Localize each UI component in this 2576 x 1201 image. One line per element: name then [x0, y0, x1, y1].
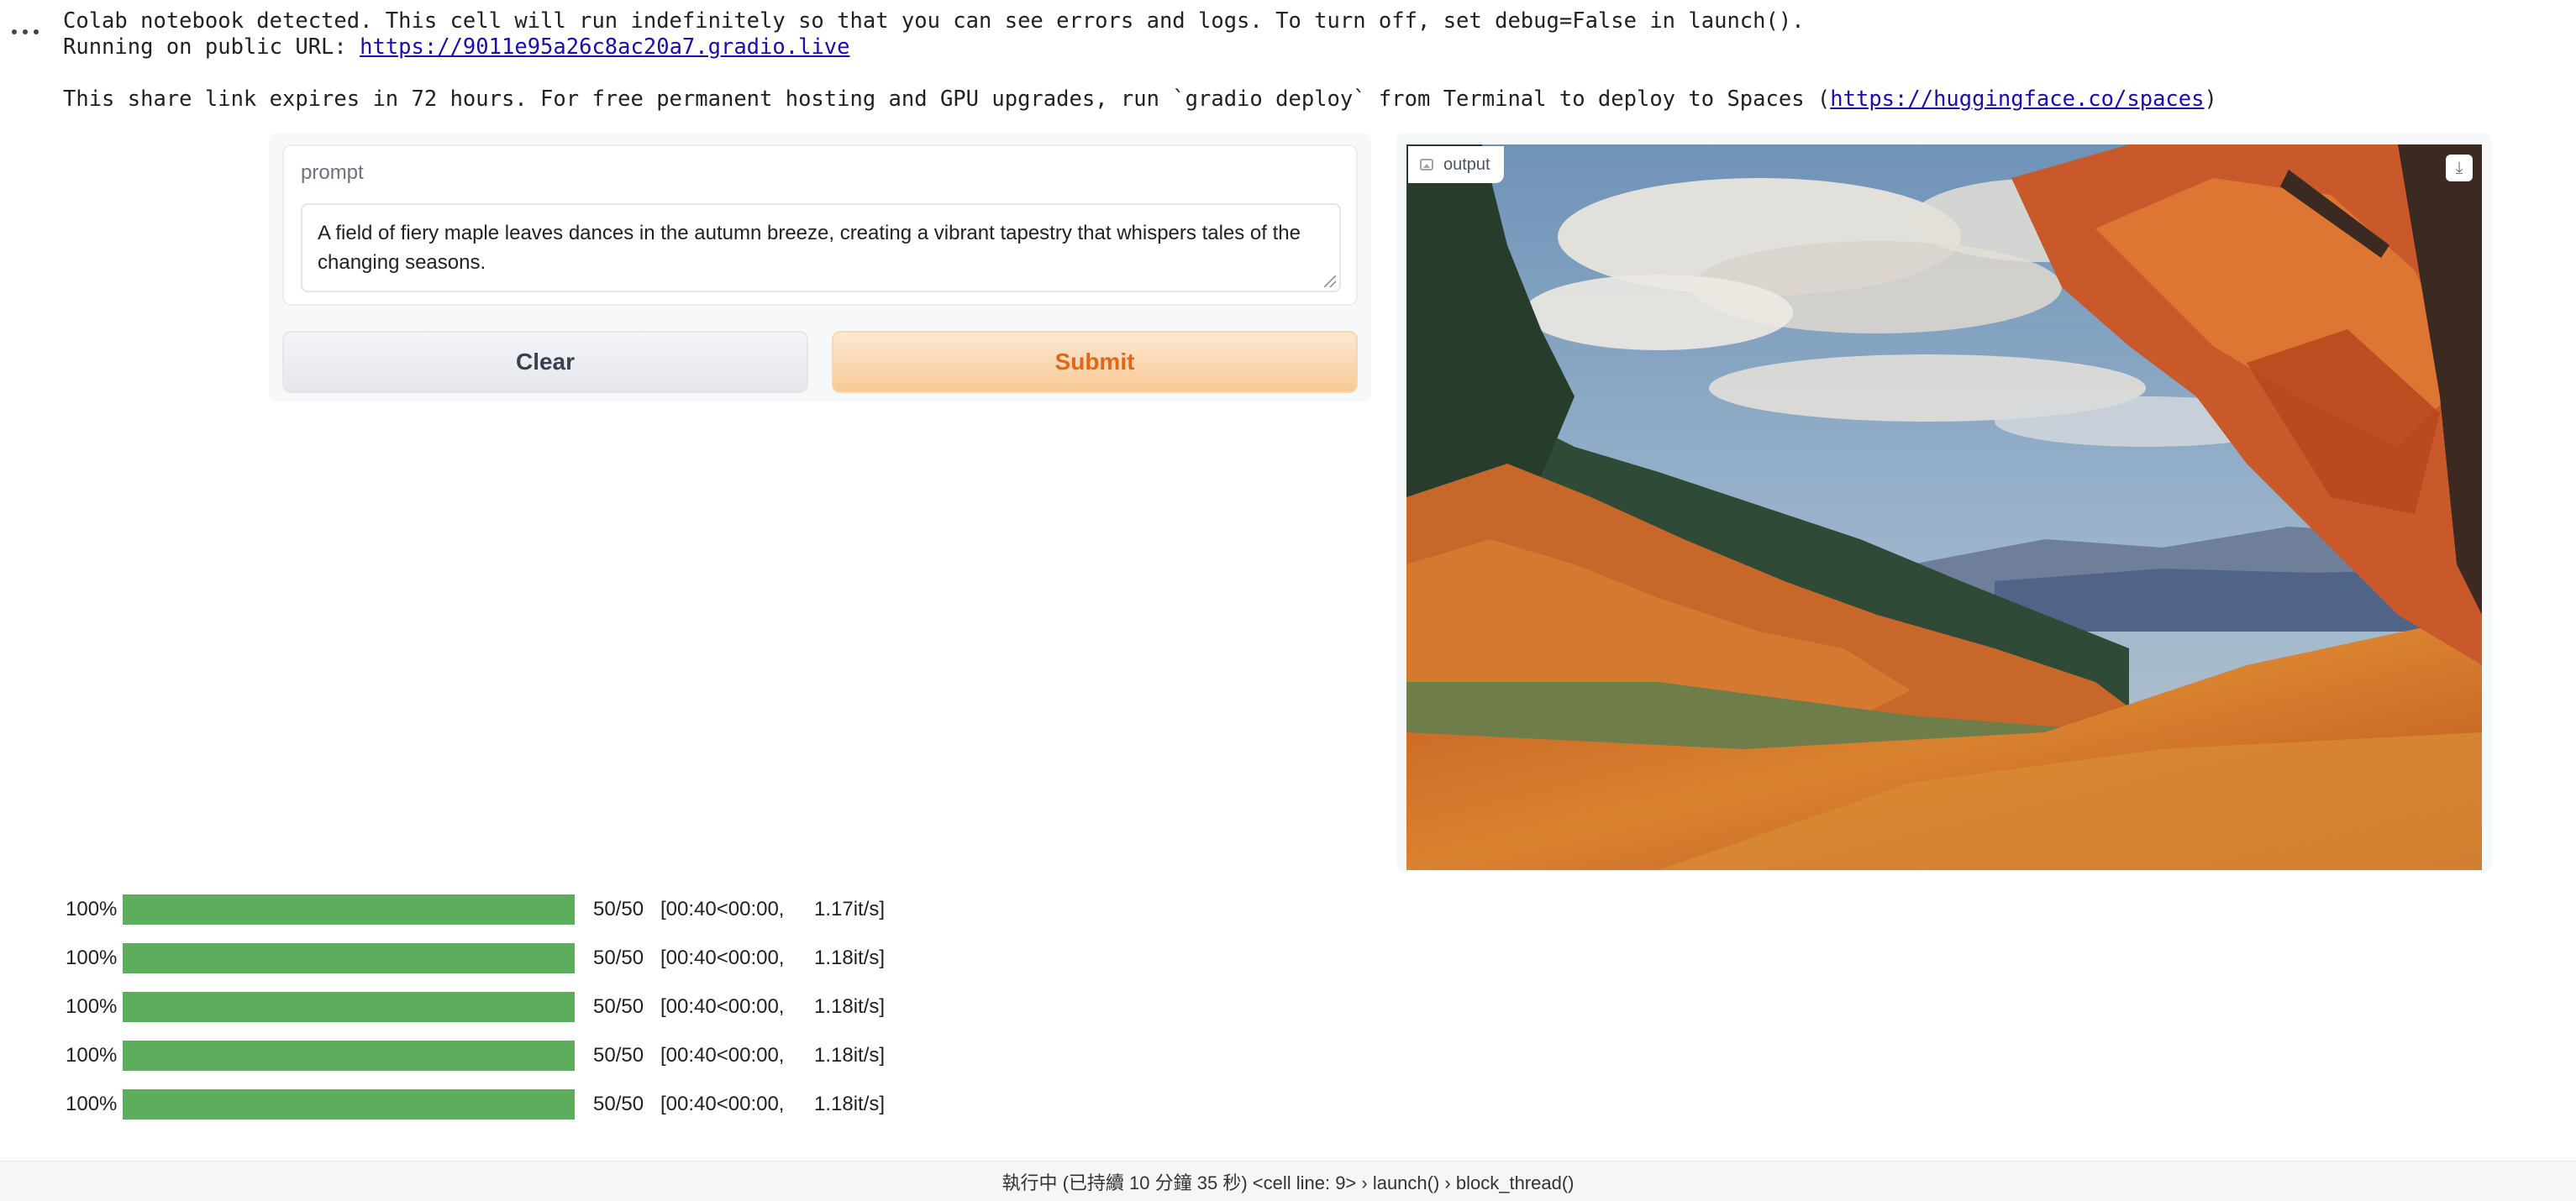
download-icon[interactable]: ⤓	[2446, 155, 2473, 181]
progress-steps: 50/50	[593, 1093, 644, 1115]
prompt-label: prompt	[301, 161, 364, 184]
progress-bar-fill	[123, 992, 575, 1022]
progress-percent: 100%	[66, 1093, 118, 1115]
progress-bar-fill	[123, 894, 575, 925]
progress-steps: 50/50	[593, 898, 644, 920]
public-url-link[interactable]: https://9011e95a26c8ac20a7.gradio.live	[360, 34, 849, 60]
progress-rate: 1.17it/s]	[814, 898, 886, 920]
progress-timing: [00:40<00:00,	[660, 1093, 785, 1115]
prompt-text: A field of fiery maple leaves dances in …	[318, 222, 1301, 274]
prompt-textarea[interactable]: A field of fiery maple leaves dances in …	[301, 203, 1341, 292]
progress-percent: 100%	[66, 947, 118, 969]
progress-percent: 100%	[66, 995, 118, 1018]
progress-bar	[123, 1041, 575, 1071]
autumn-landscape-image	[1406, 144, 2482, 870]
progress-bar	[123, 943, 575, 973]
progress-steps: 50/50	[593, 947, 644, 969]
progress-bar-fill	[123, 943, 575, 973]
progress-steps: 50/50	[593, 995, 644, 1018]
progress-bar	[123, 992, 575, 1022]
progress-rate: 1.18it/s]	[814, 1093, 886, 1115]
progress-bar	[123, 1089, 575, 1120]
progress-rate: 1.18it/s]	[814, 947, 886, 969]
progress-percent: 100%	[66, 1044, 118, 1067]
status-text: 執行中 (已持續 10 分鐘 35 秒) <cell line: 9> › la…	[1001, 1172, 1575, 1193]
cell-output-log: Colab notebook detected. This cell will …	[63, 8, 2217, 113]
image-icon	[1420, 159, 1433, 170]
submit-button[interactable]: Submit	[832, 331, 1358, 393]
progress-bar-fill	[123, 1089, 575, 1120]
log-line-share-expiry: This share link expires in 72 hours. For…	[63, 87, 2217, 112]
clear-button[interactable]: Clear	[282, 331, 808, 393]
spaces-link[interactable]: https://huggingface.co/spaces	[1830, 87, 2204, 112]
output-image	[1406, 144, 2482, 870]
progress-rate: 1.18it/s]	[814, 995, 886, 1018]
progress-bar-fill	[123, 1041, 575, 1071]
progress-row: 100% 50/50 [00:40<00:00, 1.18it/s]	[66, 934, 898, 983]
progress-percent: 100%	[66, 898, 118, 920]
resize-handle-icon[interactable]	[1324, 275, 1336, 287]
progress-timing: [00:40<00:00,	[660, 995, 785, 1018]
prompt-block: prompt A field of fiery maple leaves dan…	[282, 144, 1358, 306]
log-line-public-url: Running on public URL: https://9011e95a2…	[63, 34, 850, 60]
progress-timing: [00:40<00:00,	[660, 1044, 785, 1067]
progress-list: 100% 50/50 [00:40<00:00, 1.17it/s] 100% …	[66, 885, 898, 1129]
cell-menu-icon[interactable]	[12, 24, 39, 40]
output-label: output	[1408, 146, 1504, 183]
progress-row: 100% 50/50 [00:40<00:00, 1.18it/s]	[66, 1031, 898, 1080]
progress-timing: [00:40<00:00,	[660, 947, 785, 969]
progress-row: 100% 50/50 [00:40<00:00, 1.17it/s]	[66, 885, 898, 934]
log-line-colab-detected: Colab notebook detected. This cell will …	[63, 8, 1805, 34]
progress-row: 100% 50/50 [00:40<00:00, 1.18it/s]	[66, 1080, 898, 1129]
progress-rate: 1.18it/s]	[814, 1044, 886, 1067]
execution-status-bar: 執行中 (已持續 10 分鐘 35 秒) <cell line: 9> › la…	[0, 1161, 2576, 1201]
progress-timing: [00:40<00:00,	[660, 898, 785, 920]
progress-bar	[123, 894, 575, 925]
progress-row: 100% 50/50 [00:40<00:00, 1.18it/s]	[66, 983, 898, 1031]
progress-steps: 50/50	[593, 1044, 644, 1067]
